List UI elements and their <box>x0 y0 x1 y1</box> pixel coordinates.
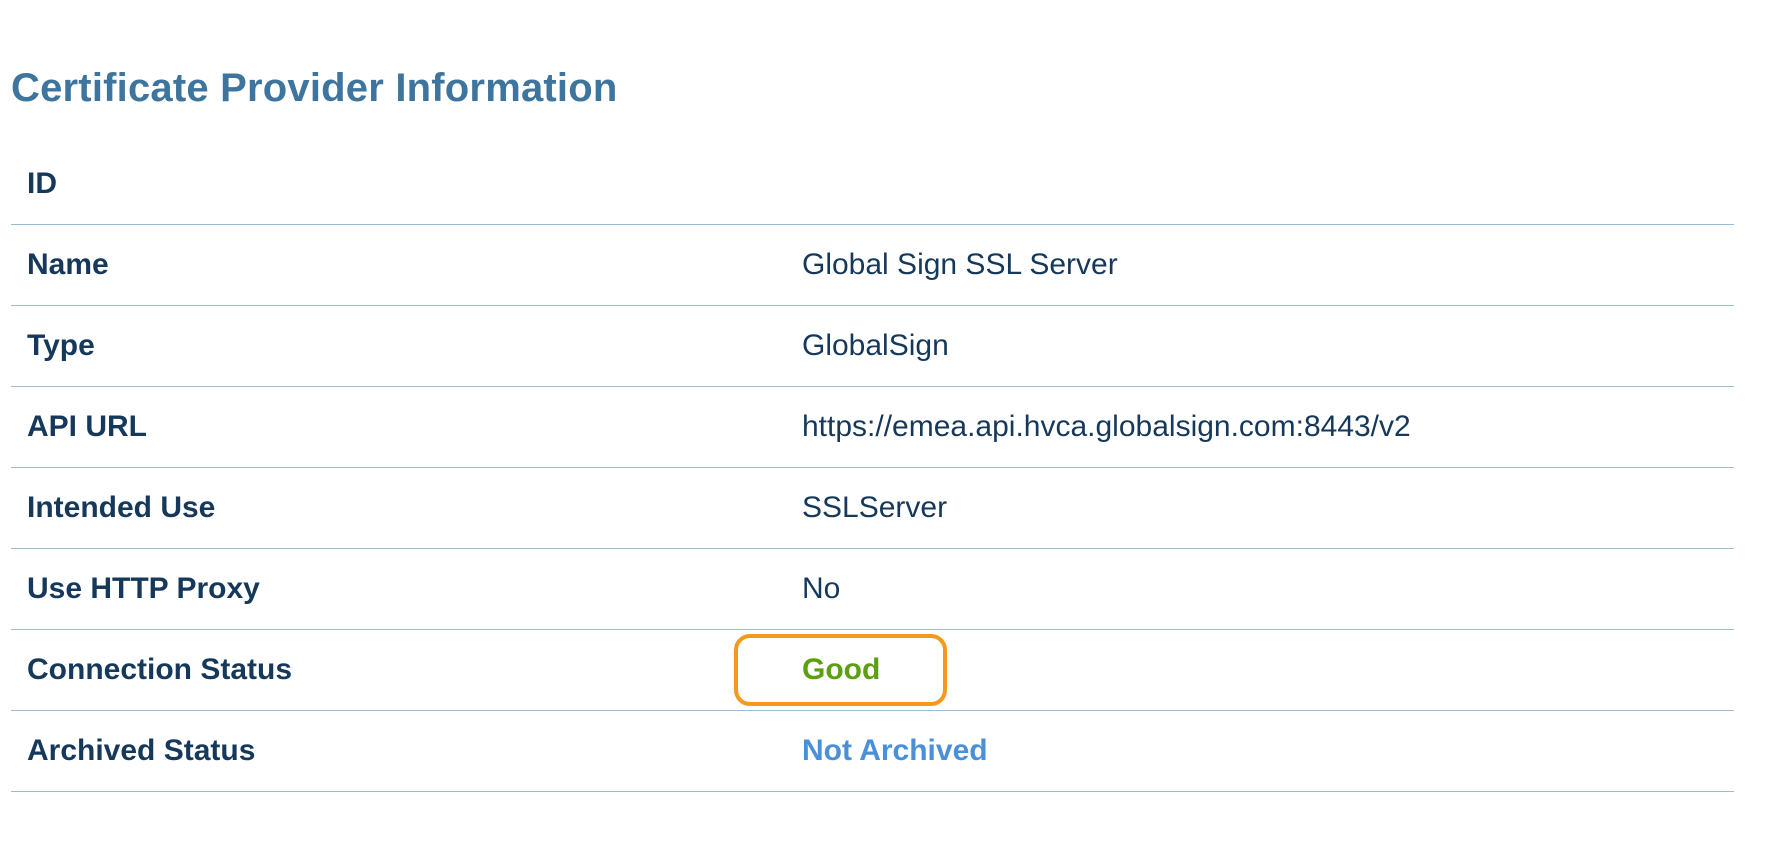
row-label-intended-use: Intended Use <box>27 491 216 524</box>
row-value-use-http-proxy: No <box>802 572 841 605</box>
row-value-api-url: https://emea.api.hvca.globalsign.com:844… <box>802 410 1411 443</box>
row-api-url: API URL https://emea.api.hvca.globalsign… <box>11 387 1734 468</box>
row-name: Name Global Sign SSL Server <box>11 225 1734 306</box>
row-label-use-http-proxy: Use HTTP Proxy <box>27 572 260 605</box>
row-intended-use: Intended Use SSLServer <box>11 468 1734 549</box>
row-use-http-proxy: Use HTTP Proxy No <box>11 549 1734 630</box>
row-label-api-url: API URL <box>27 410 147 443</box>
provider-info-table: ID Name Global Sign SSL Server Type Glob… <box>11 144 1734 792</box>
row-value-type: GlobalSign <box>802 329 949 362</box>
archived-status-value: Not Archived <box>802 734 988 767</box>
row-id: ID <box>11 144 1734 225</box>
row-label-id: ID <box>27 167 57 200</box>
row-label-name: Name <box>27 248 109 281</box>
row-value-intended-use: SSLServer <box>802 491 948 524</box>
row-label-connection-status: Connection Status <box>27 653 293 686</box>
page-title: Certificate Provider Information <box>11 66 618 110</box>
row-value-name: Global Sign SSL Server <box>802 248 1118 281</box>
row-archived-status: Archived Status Not Archived <box>11 711 1734 792</box>
row-connection-status: Connection Status Good <box>11 630 1734 711</box>
row-label-archived-status: Archived Status <box>27 734 256 767</box>
connection-status-value: Good <box>802 653 881 686</box>
row-label-type: Type <box>27 329 95 362</box>
row-type: Type GlobalSign <box>11 306 1734 387</box>
